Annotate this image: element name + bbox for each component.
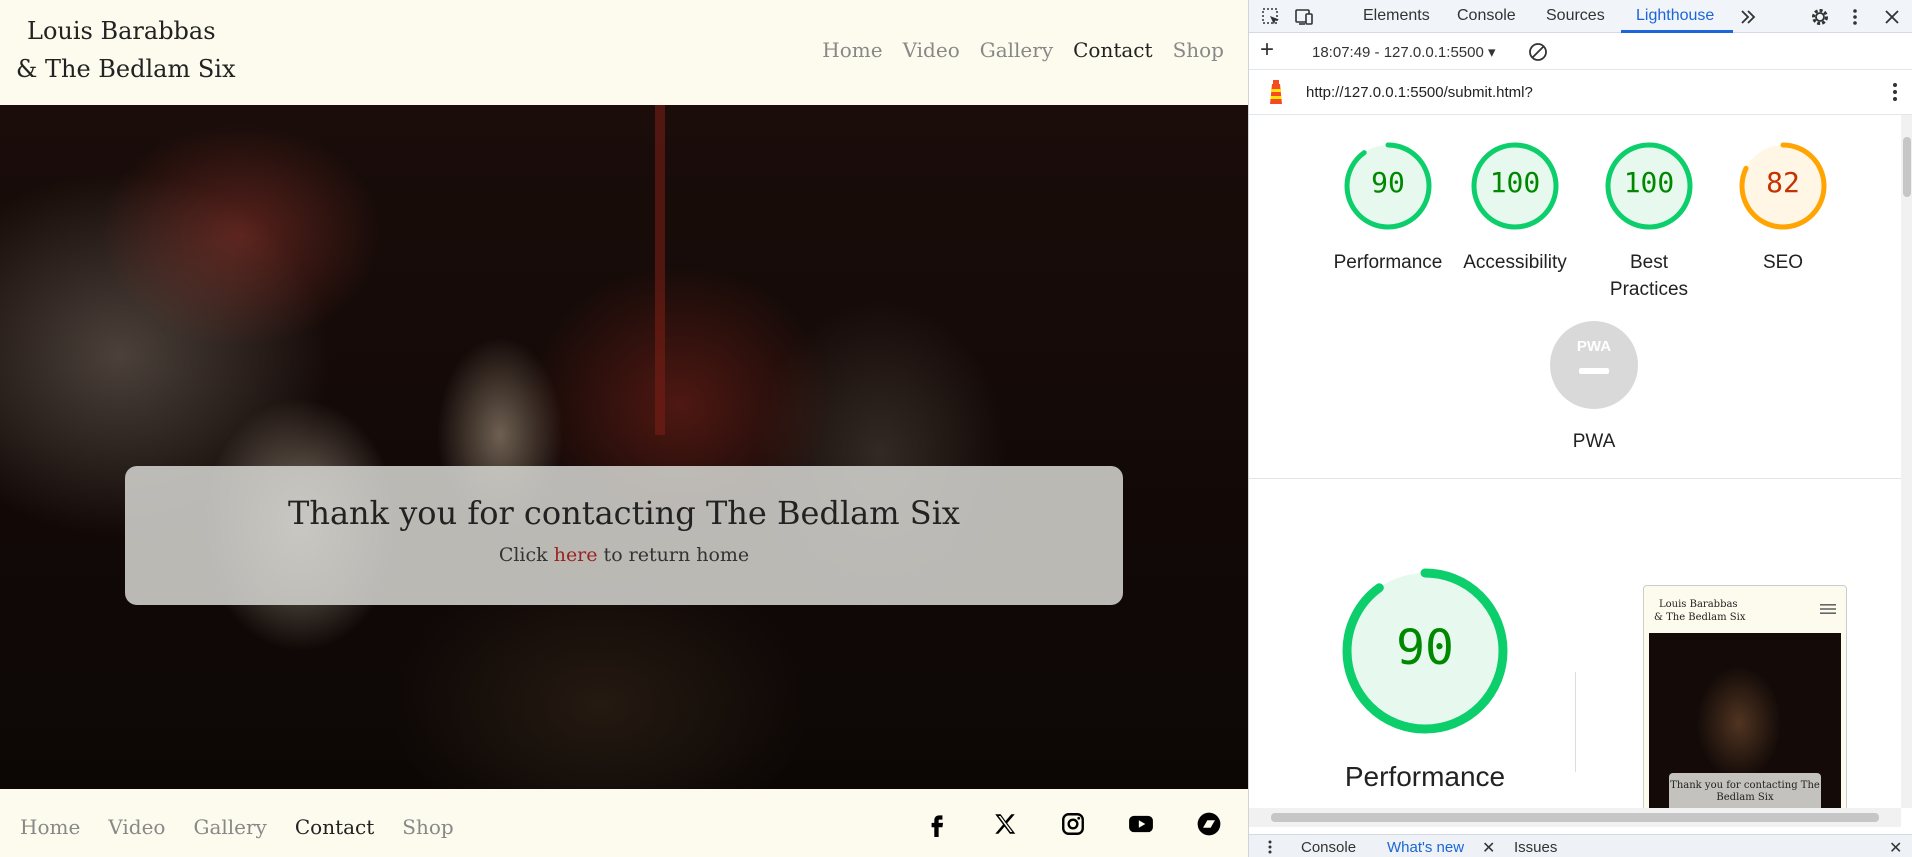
devtools-panel: Elements Console Sources Lighthouse + 18…: [1248, 0, 1912, 857]
tab-elements[interactable]: Elements: [1363, 7, 1430, 25]
tab-console[interactable]: Console: [1457, 7, 1516, 25]
devtools-drawer-bar: Console What's new ✕ Issues ✕: [1249, 834, 1912, 857]
gauge-pwa-label: PWA: [1572, 431, 1616, 452]
brand-logo[interactable]: Louis Barabbas & The Bedlam Six: [16, 12, 236, 88]
brand-line-2: & The Bedlam Six: [16, 55, 236, 83]
thumb-brand: Louis Barabbas & The Bedlam Six: [1654, 598, 1745, 624]
footer-nav-shop[interactable]: Shop: [402, 815, 453, 839]
website-viewport: Louis Barabbas & The Bedlam Six Home Vid…: [0, 0, 1248, 857]
hamburger-menu-icon: [1820, 602, 1836, 614]
footer-nav-gallery[interactable]: Gallery: [193, 815, 266, 839]
return-text-before: Click: [498, 544, 554, 566]
drawer-tab-console[interactable]: Console: [1301, 839, 1356, 856]
nav-contact[interactable]: Contact: [1073, 38, 1152, 62]
gauge-performance[interactable]: 90 Performance: [1315, 141, 1461, 276]
thank-you-heading: Thank you for contacting The Bedlam Six: [288, 494, 960, 532]
final-screenshot-thumbnail[interactable]: Louis Barabbas & The Bedlam Six Thank yo…: [1643, 585, 1847, 808]
devtools-tab-bar: Elements Console Sources Lighthouse: [1249, 0, 1912, 33]
pwa-badge-text: PWA: [1576, 338, 1612, 355]
gauge-best-practices-label: Best Practices: [1609, 252, 1689, 300]
thumb-card-text: Thank you for contacting The Bedlam Six: [1669, 773, 1821, 808]
stage-pillar: [655, 105, 665, 435]
settings-gear-icon[interactable]: [1809, 6, 1831, 28]
gauge-seo-label: SEO: [1762, 252, 1804, 273]
gauge-best-practices[interactable]: 100 Best Practices: [1576, 141, 1722, 303]
gauge-best-practices-value: 100: [1623, 166, 1675, 199]
return-home-link[interactable]: here: [554, 544, 598, 566]
vertical-scroll-thumb[interactable]: [1903, 137, 1911, 197]
more-tabs-chevron-icon[interactable]: [1737, 6, 1759, 28]
gauge-performance-value: 90: [1371, 166, 1405, 199]
performance-main-value: 90: [1396, 620, 1454, 676]
close-devtools-icon[interactable]: [1881, 6, 1903, 28]
return-text-after: to return home: [597, 544, 750, 566]
pwa-badge-icon: [1550, 321, 1638, 409]
thumb-brand-line-2: & The Bedlam Six: [1654, 612, 1746, 623]
nav-video[interactable]: Video: [903, 38, 960, 62]
youtube-icon[interactable]: [1128, 811, 1154, 837]
gauge-seo-value: 82: [1766, 166, 1800, 199]
x-twitter-icon[interactable]: [992, 811, 1018, 837]
footer-nav-video[interactable]: Video: [108, 815, 165, 839]
site-header: Louis Barabbas & The Bedlam Six Home Vid…: [0, 0, 1248, 105]
report-divider: [1249, 478, 1901, 479]
devtools-menu-kebab-icon[interactable]: [1844, 6, 1866, 28]
top-nav: Home Video Gallery Contact Shop: [822, 38, 1224, 62]
return-home-text: Click here to return home: [125, 544, 1123, 566]
lighthouse-report: 90 Performance 100 Accessibility 100 Bes…: [1249, 115, 1901, 808]
performance-main-title: Performance: [1344, 761, 1506, 792]
bandcamp-icon[interactable]: [1196, 811, 1222, 837]
lighthouse-toolbar: + 18:07:49 - 127.0.0.1:5500 ▾: [1249, 33, 1912, 70]
gauge-seo[interactable]: 82 SEO: [1710, 141, 1856, 276]
lighthouse-logo-icon: [1264, 80, 1288, 106]
new-report-plus-icon[interactable]: +: [1260, 38, 1274, 62]
hero-banner-image: Thank you for contacting The Bedlam Six …: [0, 105, 1248, 789]
drawer-tab-issues[interactable]: Issues: [1514, 839, 1557, 856]
report-url-bar: http://127.0.0.1:5500/submit.html?: [1249, 70, 1912, 115]
report-horizontal-scrollbar[interactable]: [1249, 808, 1901, 827]
performance-main-gauge: 90 Performance: [1305, 567, 1545, 793]
drawer-tab-whats-new[interactable]: What's new: [1387, 839, 1464, 856]
tab-sources[interactable]: Sources: [1546, 7, 1605, 25]
drawer-menu-kebab-icon[interactable]: [1267, 839, 1273, 855]
gauge-accessibility-value: 100: [1489, 166, 1541, 199]
thumb-brand-line-1: Louis Barabbas: [1659, 599, 1738, 610]
report-vertical-scrollbar[interactable]: [1901, 115, 1912, 808]
footer-nav: Home Video Gallery Contact Shop: [20, 815, 454, 839]
footer-nav-home[interactable]: Home: [20, 815, 80, 839]
gauge-accessibility[interactable]: 100 Accessibility: [1442, 141, 1588, 276]
nav-gallery[interactable]: Gallery: [980, 38, 1053, 62]
instagram-icon[interactable]: [1060, 811, 1086, 837]
inspect-element-icon[interactable]: [1260, 6, 1282, 28]
device-toolbar-icon[interactable]: [1293, 6, 1315, 28]
brand-line-1: Louis Barabbas: [27, 17, 216, 45]
nav-home[interactable]: Home: [822, 38, 882, 62]
gauge-performance-label: Performance: [1333, 252, 1443, 273]
horizontal-scroll-thumb[interactable]: [1271, 813, 1879, 822]
facebook-icon[interactable]: [924, 811, 950, 837]
nav-shop[interactable]: Shop: [1173, 38, 1224, 62]
gauge-pwa[interactable]: PWA PWA: [1521, 320, 1667, 455]
report-session-select[interactable]: 18:07:49 - 127.0.0.1:5500 ▾: [1312, 43, 1496, 61]
clear-reports-icon[interactable]: [1527, 41, 1549, 63]
thank-you-card: Thank you for contacting The Bedlam Six …: [125, 466, 1123, 605]
close-drawer-icon[interactable]: ✕: [1889, 838, 1902, 857]
close-whats-new-icon[interactable]: ✕: [1482, 838, 1495, 857]
summary-separator: [1575, 672, 1576, 772]
social-links: [924, 811, 1222, 837]
report-menu-kebab-icon[interactable]: [1891, 81, 1899, 103]
footer-nav-contact[interactable]: Contact: [295, 815, 374, 839]
gauge-accessibility-label: Accessibility: [1463, 252, 1567, 273]
site-footer: Home Video Gallery Contact Shop: [0, 789, 1248, 857]
tab-lighthouse[interactable]: Lighthouse: [1636, 7, 1714, 25]
report-url: http://127.0.0.1:5500/submit.html?: [1306, 84, 1533, 101]
